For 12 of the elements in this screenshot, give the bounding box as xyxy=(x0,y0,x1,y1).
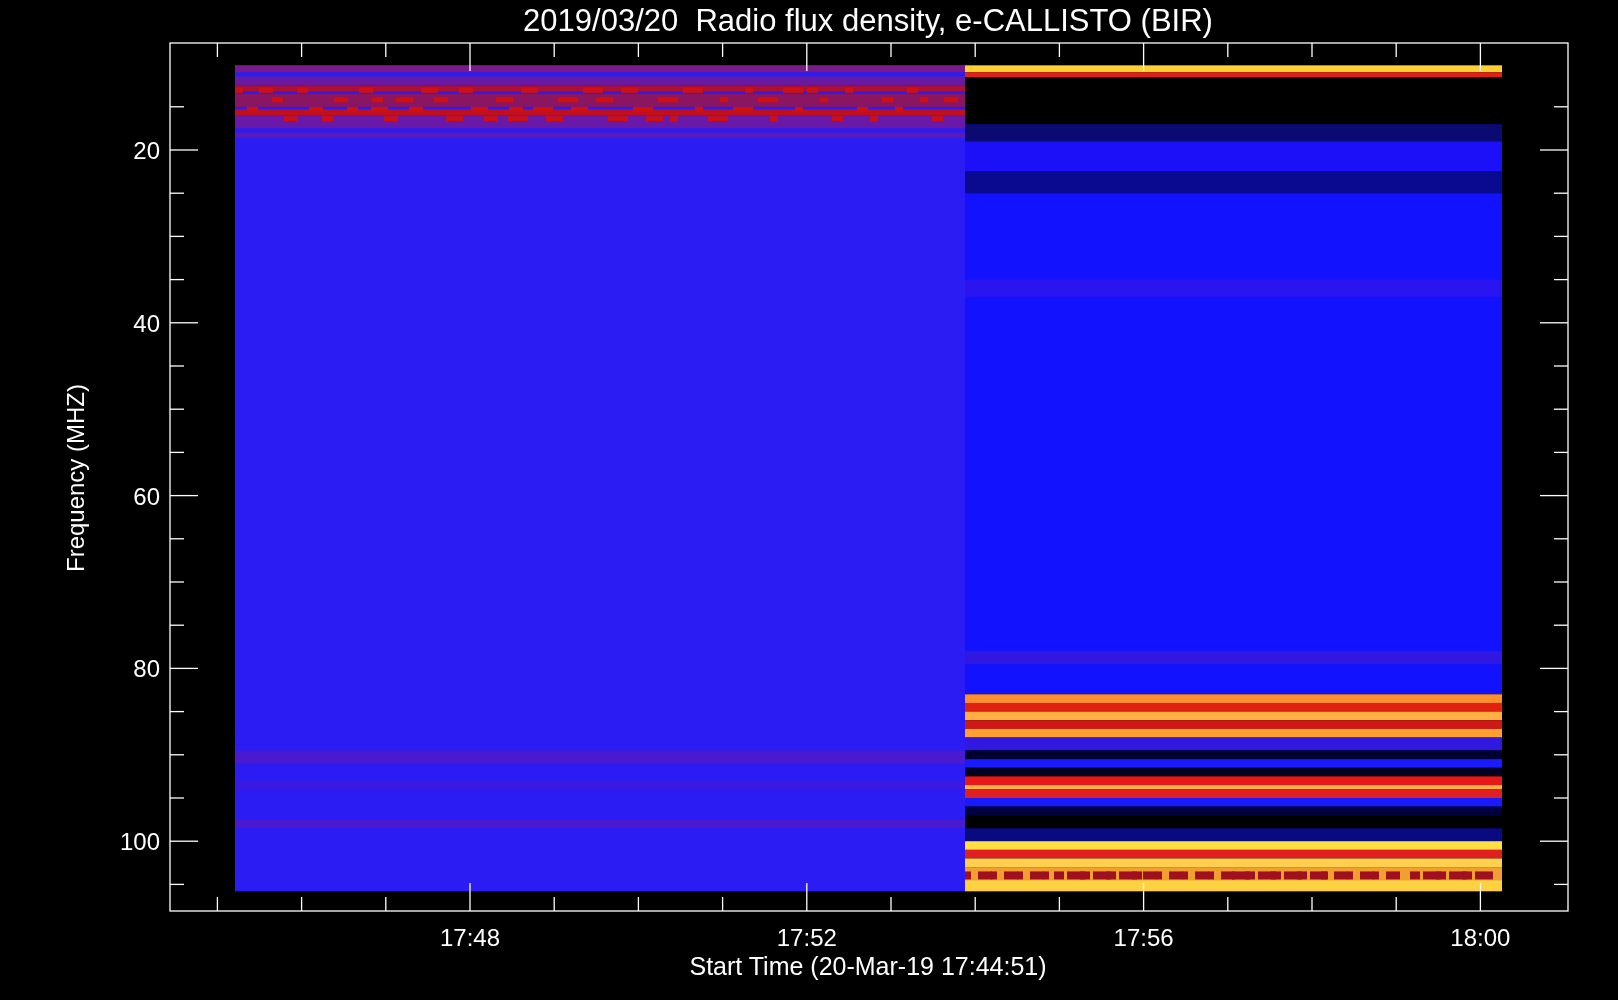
x-tick-label: 18:00 xyxy=(1450,924,1511,951)
x-tick-label: 17:56 xyxy=(1113,924,1174,951)
x-tick-label: 17:52 xyxy=(776,924,837,951)
chart-title: 2019/03/20 Radio flux density, e-CALLISTO (BIR) xyxy=(523,3,1213,38)
y-axis-label: Frequency (MHZ) xyxy=(62,384,89,572)
y-tick-label: 100 xyxy=(119,828,160,856)
x-tick-label: 17:48 xyxy=(439,924,501,951)
y-tick-label: 40 xyxy=(133,309,160,337)
y-tick-label: 60 xyxy=(133,482,160,510)
y-tick-label: 80 xyxy=(133,655,160,683)
y-tick-label: 20 xyxy=(133,137,160,164)
x-axis-label: Start Time (20-Mar-19 17:44:51) xyxy=(689,952,1047,980)
